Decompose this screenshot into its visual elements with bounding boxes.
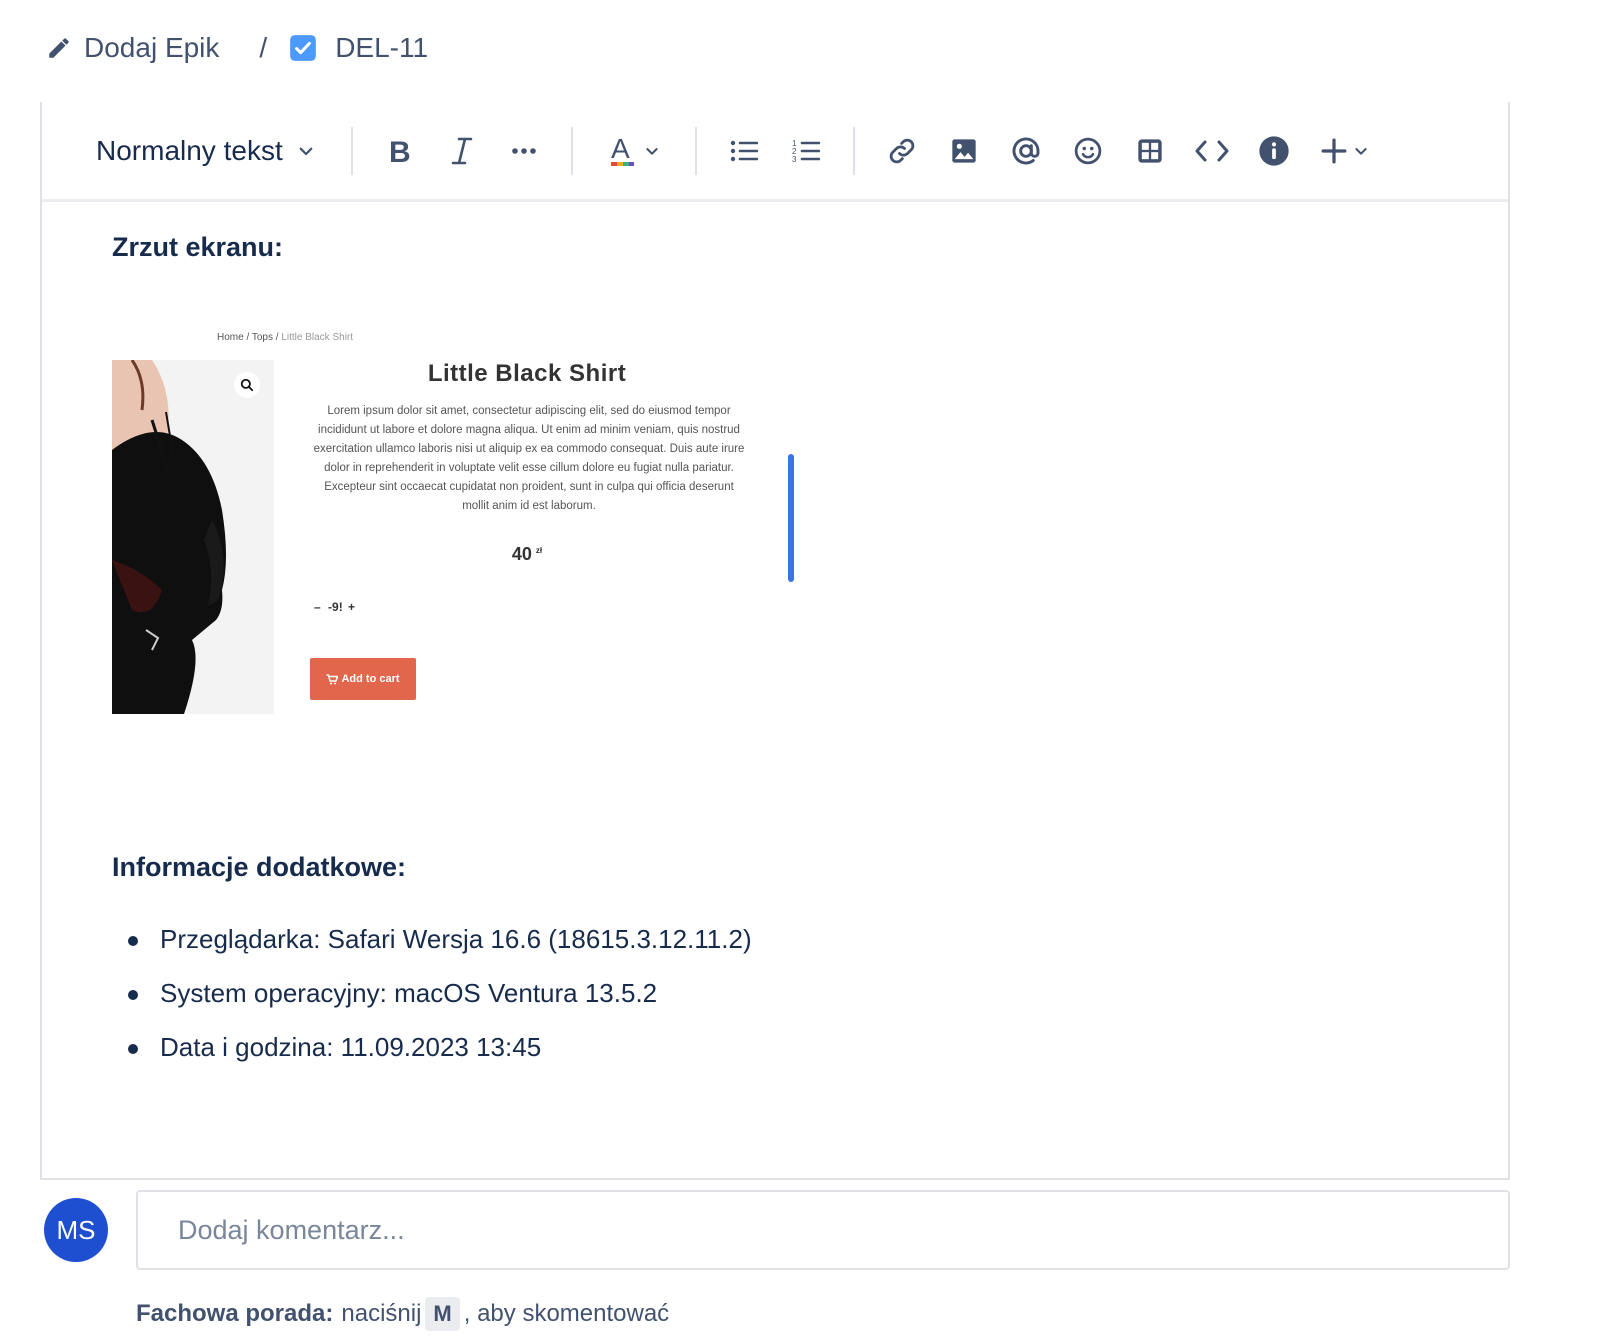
toolbar-divider: [852, 126, 855, 175]
toolbar-divider: [570, 126, 573, 175]
bullet-list-button[interactable]: [713, 127, 775, 175]
screenshot-breadcrumb-current: Little Black Shirt: [281, 332, 354, 343]
description-editor: Normalny tekst B A 123 Zrzut ekranu: Hom…: [40, 102, 1510, 1180]
breadcrumb-epic[interactable]: Dodaj Epik: [46, 32, 219, 64]
insert-button[interactable]: [1305, 127, 1385, 175]
qty-value[interactable]: -9!: [328, 600, 343, 614]
breadcrumb-separator: /: [259, 32, 268, 63]
more-icon: [511, 147, 536, 154]
list-item: System operacyjny: macOS Ventura 13.5.2: [112, 966, 752, 1020]
svg-text:A: A: [611, 134, 630, 164]
code-button[interactable]: [1181, 127, 1243, 175]
tip-post: , aby skomentować: [463, 1300, 670, 1327]
bullet-list-icon: [730, 140, 758, 161]
screenshot-breadcrumb: Home / Tops / Little Black Shirt: [217, 332, 353, 343]
screenshot-breadcrumb-home: Home: [217, 332, 244, 343]
breadcrumb: Dodaj Epik / DEL-11: [46, 28, 428, 68]
search-icon: [240, 378, 254, 392]
pencil-icon: [49, 38, 69, 58]
product-image: [112, 360, 274, 714]
toolbar-divider: [350, 126, 353, 175]
table-button[interactable]: [1119, 127, 1181, 175]
breadcrumb-issue[interactable]: DEL-11: [289, 32, 428, 64]
editor-toolbar: Normalny tekst B A 123: [42, 102, 1508, 202]
plus-icon: [1321, 138, 1347, 163]
mention-icon: [1012, 137, 1040, 164]
cart-icon: [326, 673, 339, 684]
zoom-button[interactable]: [234, 372, 260, 398]
tip-pre: naciśnij: [341, 1300, 422, 1327]
link-icon: [889, 138, 914, 163]
qty-plus[interactable]: +: [348, 600, 355, 614]
screenshot-breadcrumb-sep: /: [275, 332, 279, 343]
breadcrumb-epic-label: Dodaj Epik: [84, 32, 220, 63]
screenshot-breadcrumb-cat: Tops: [251, 332, 273, 343]
italic-button[interactable]: [431, 127, 493, 175]
comment-tip: Fachowa porada: naciśnij M , aby skoment…: [136, 1296, 669, 1332]
code-icon: [1195, 140, 1229, 161]
emoji-button[interactable]: [1057, 127, 1119, 175]
info-heading: Informacje dodatkowe:: [112, 852, 407, 882]
embedded-screenshot[interactable]: Home / Tops / Little Black Shirt Little …: [112, 332, 802, 742]
product-price: 40 zł: [312, 544, 742, 565]
list-item: Data i godzina: 11.09.2023 13:45: [112, 1020, 752, 1074]
add-to-cart-label: Add to cart: [341, 673, 400, 685]
tip-label: Fachowa porada:: [136, 1300, 334, 1327]
chevron-down-icon: [1355, 147, 1367, 155]
image-button[interactable]: [933, 127, 995, 175]
info-list: Przeglądarka: Safari Wersja 16.6 (18615.…: [112, 912, 752, 1074]
text-color-button[interactable]: A: [589, 127, 679, 175]
table-icon: [1138, 138, 1162, 163]
more-formatting-button[interactable]: [493, 127, 555, 175]
italic-icon: [451, 137, 473, 164]
comment-input[interactable]: [136, 1190, 1510, 1270]
image-resize-handle[interactable]: [788, 454, 794, 582]
chevron-down-icon: [299, 147, 313, 155]
price-currency: zł: [535, 546, 543, 555]
chevron-down-icon: [646, 147, 658, 155]
image-icon: [952, 138, 976, 163]
toolbar-divider: [694, 126, 697, 175]
checkbox-task-icon: [290, 35, 317, 61]
product-description: Lorem ipsum dolor sit amet, consectetur …: [313, 405, 745, 512]
screenshot-breadcrumb-sep: /: [246, 332, 250, 343]
info-panel-button[interactable]: [1243, 127, 1305, 175]
numbered-list-button[interactable]: 123: [775, 127, 837, 175]
link-button[interactable]: [871, 127, 933, 175]
svg-text:3: 3: [792, 155, 797, 164]
info-icon: [1259, 135, 1289, 166]
price-value: 40: [511, 544, 532, 564]
quantity-stepper[interactable]: – -9! +: [314, 600, 355, 614]
numbered-list-icon: 123: [792, 139, 820, 164]
add-to-cart-button[interactable]: Add to cart: [310, 658, 416, 700]
mention-button[interactable]: [995, 127, 1057, 175]
product-title: Little Black Shirt: [427, 360, 627, 387]
bold-icon: B: [389, 136, 411, 166]
screenshot-heading: Zrzut ekranu:: [112, 232, 284, 262]
qty-minus[interactable]: –: [314, 600, 321, 614]
breadcrumb-issue-key: DEL-11: [335, 32, 429, 63]
avatar[interactable]: MS: [44, 1198, 108, 1262]
text-color-icon: A: [610, 134, 634, 166]
text-style-dropdown[interactable]: Normalny tekst: [96, 127, 335, 175]
keyboard-shortcut: M: [425, 1297, 460, 1331]
svg-text:B: B: [389, 136, 411, 166]
bold-button[interactable]: B: [369, 127, 431, 175]
list-item: Przeglądarka: Safari Wersja 16.6 (18615.…: [112, 912, 752, 966]
text-style-label: Normalny tekst: [96, 134, 283, 166]
product-photo: [112, 360, 274, 714]
emoji-icon: [1074, 137, 1101, 164]
